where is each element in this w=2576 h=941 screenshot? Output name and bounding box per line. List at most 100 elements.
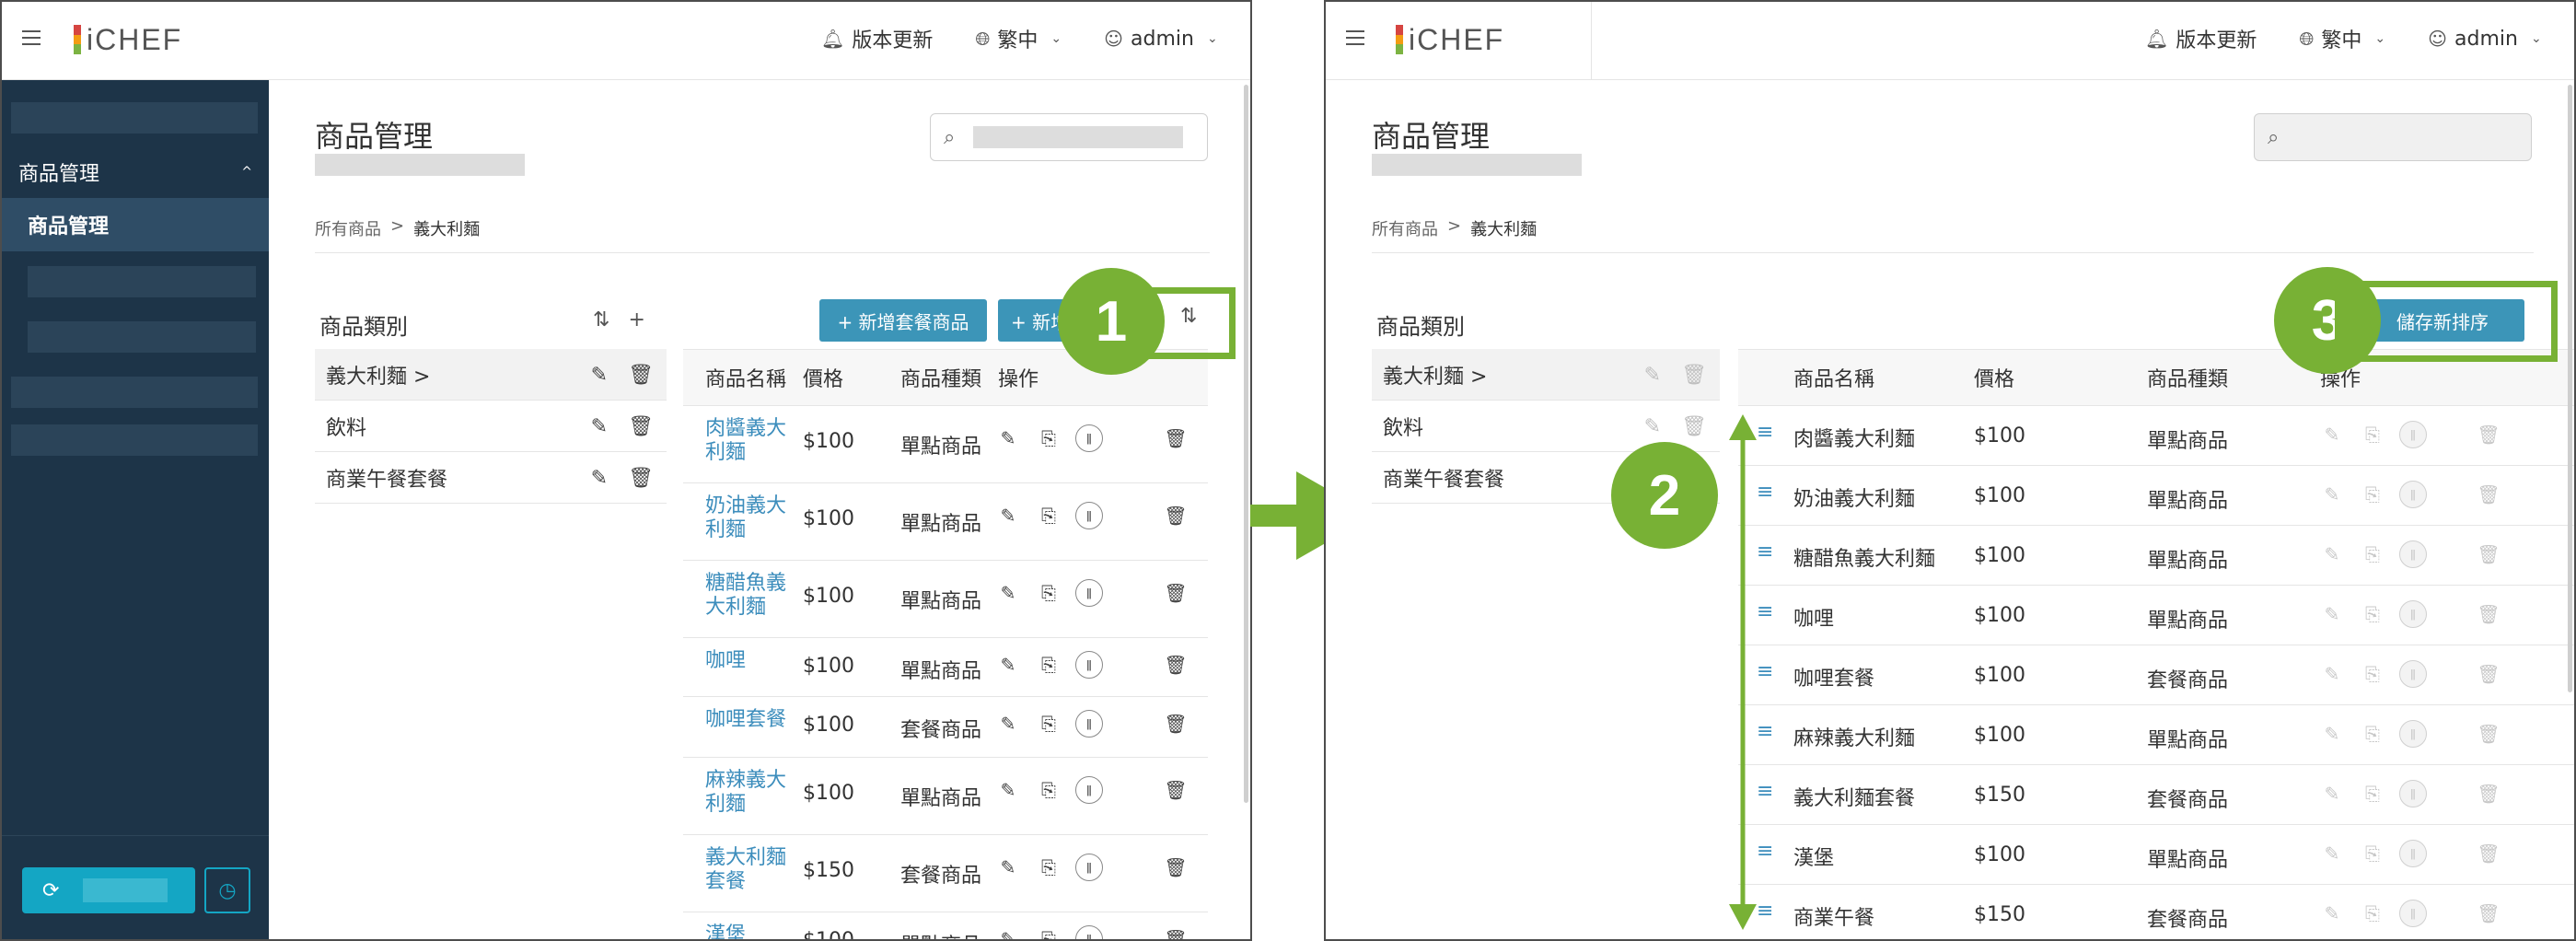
copy-icon[interactable]: ⎘ [1035, 710, 1062, 738]
copy-icon[interactable]: ⎘ [1035, 579, 1062, 607]
copy-icon[interactable]: ⎘ [1035, 651, 1062, 679]
table-row[interactable]: ≡ 漢堡 $100 單點商品 ✎ ⎘ ǁ 🗑︎ [1738, 825, 2574, 885]
user-menu[interactable]: ☺ admin ⌄ [1104, 28, 1218, 51]
edit-icon[interactable]: ✎ [591, 415, 608, 438]
copy-icon[interactable]: ⎘ [1035, 502, 1062, 529]
pause-icon[interactable]: ǁ [1075, 710, 1103, 738]
drag-handle-icon[interactable]: ≡ [1757, 840, 1773, 863]
drag-handle-icon[interactable]: ≡ [1757, 900, 1773, 923]
copy-icon[interactable]: ⎘ [1035, 854, 1062, 881]
edit-icon[interactable]: ✎ [994, 424, 1022, 452]
user-menu[interactable]: ☺ admin ⌄ [2428, 28, 2542, 51]
table-row[interactable]: ≡ 義大利麵套餐 $150 套餐商品 ✎ ⎘ ǁ 🗑︎ [1738, 765, 2574, 825]
hamburger-menu-icon[interactable] [22, 30, 41, 45]
trash-icon[interactable]: 🗑︎ [1162, 424, 1189, 452]
sort-icon[interactable]: ⇅ [593, 308, 609, 331]
drag-handle-icon[interactable]: ≡ [1757, 780, 1773, 803]
product-name-link[interactable]: 咖哩套餐 [705, 708, 794, 732]
product-name-link[interactable]: 義大利麵套餐 [705, 846, 794, 894]
edit-icon[interactable]: ✎ [994, 854, 1022, 881]
history-button[interactable]: ◷ [204, 867, 250, 913]
update-button[interactable]: 🔔︎ 版本更新 [821, 24, 933, 53]
add-set-product-button[interactable]: + 新增套餐商品 [819, 299, 987, 342]
pause-icon[interactable]: ǁ [1075, 776, 1103, 804]
copy-icon[interactable]: ⎘ [1035, 925, 1062, 939]
trash-icon[interactable]: 🗑︎ [628, 364, 654, 387]
trash-icon[interactable]: 🗑︎ [1162, 854, 1189, 881]
table-row[interactable]: 漢堡 $100 單點商品 ✎ ⎘ ǁ 🗑︎ [683, 912, 1208, 939]
search-input[interactable]: ⌕ [930, 113, 1208, 161]
pause-icon[interactable]: ǁ [1075, 502, 1103, 529]
edit-icon[interactable]: ✎ [591, 364, 608, 387]
pause-icon[interactable]: ǁ [1075, 579, 1103, 607]
breadcrumb-root[interactable]: 所有商品 [1372, 216, 1438, 240]
product-name-link[interactable]: 麻辣義大利麵 [705, 769, 794, 817]
trash-icon[interactable]: 🗑︎ [628, 415, 654, 438]
scrollbar[interactable] [2568, 85, 2572, 692]
drag-handle-icon[interactable]: ≡ [1757, 720, 1773, 743]
category-row[interactable]: 飲料 ✎ 🗑︎ [315, 401, 667, 452]
table-row[interactable]: 咖哩套餐 $100 套餐商品 ✎ ⎘ ǁ 🗑︎ [683, 697, 1208, 758]
edit-icon[interactable]: ✎ [994, 925, 1022, 939]
category-row[interactable]: 商業午餐套餐 ✎ 🗑︎ [315, 452, 667, 504]
drag-handle-icon[interactable]: ≡ [1757, 540, 1773, 563]
product-name-link[interactable]: 肉醬義大利麵 [705, 417, 794, 465]
category-row[interactable]: 義大利麵 > ✎ 🗑︎ [315, 349, 667, 401]
trash-icon[interactable]: 🗑︎ [1162, 925, 1189, 939]
table-row[interactable]: 義大利麵套餐 $150 套餐商品 ✎ ⎘ ǁ 🗑︎ [683, 835, 1208, 912]
edit-icon[interactable]: ✎ [994, 651, 1022, 679]
edit-icon[interactable]: ✎ [994, 776, 1022, 804]
trash-icon[interactable]: 🗑︎ [1162, 579, 1189, 607]
product-name-link[interactable]: 漢堡 [705, 924, 794, 939]
breadcrumb-root[interactable]: 所有商品 [315, 216, 381, 240]
pause-icon[interactable]: ǁ [1075, 424, 1103, 452]
product-name-link[interactable]: 咖哩 [705, 649, 794, 673]
table-row[interactable]: ≡ 肉醬義大利麵 $100 單點商品 ✎ ⎘ ǁ 🗑︎ [1738, 406, 2574, 466]
pause-icon[interactable]: ǁ [1075, 651, 1103, 679]
sidebar-placeholder[interactable] [11, 377, 258, 408]
edit-icon[interactable]: ✎ [994, 710, 1022, 738]
language-select[interactable]: 🌐︎ 繁中 ⌄ [2299, 24, 2385, 53]
sidebar-item-product-management[interactable]: 商品管理 [2, 198, 269, 251]
table-row[interactable]: 肉醬義大利麵 $100 單點商品 ✎ ⎘ ǁ 🗑︎ [683, 406, 1208, 483]
table-row[interactable]: 糖醋魚義大利麵 $100 單點商品 ✎ ⎘ ǁ 🗑︎ [683, 561, 1208, 638]
copy-icon[interactable]: ⎘ [1035, 776, 1062, 804]
edit-icon[interactable]: ✎ [994, 502, 1022, 529]
pause-icon[interactable]: ǁ [1075, 925, 1103, 939]
sidebar-placeholder[interactable] [28, 266, 256, 297]
table-row[interactable]: ≡ 咖哩套餐 $100 套餐商品 ✎ ⎘ ǁ 🗑︎ [1738, 645, 2574, 705]
drag-handle-icon[interactable]: ≡ [1757, 600, 1773, 623]
table-row[interactable]: ≡ 糖醋魚義大利麵 $100 單點商品 ✎ ⎘ ǁ 🗑︎ [1738, 526, 2574, 586]
table-row[interactable]: 咖哩 $100 單點商品 ✎ ⎘ ǁ 🗑︎ [683, 638, 1208, 697]
sidebar-placeholder[interactable] [11, 102, 258, 134]
table-row[interactable]: ≡ 咖哩 $100 單點商品 ✎ ⎘ ǁ 🗑︎ [1738, 586, 2574, 645]
update-button[interactable]: 🔔︎ 版本更新 [2145, 24, 2257, 53]
product-name-link[interactable]: 糖醋魚義大利麵 [705, 572, 794, 620]
edit-icon[interactable]: ✎ [591, 467, 608, 490]
table-row[interactable]: ≡ 奶油義大利麵 $100 單點商品 ✎ ⎘ ǁ 🗑︎ [1738, 466, 2574, 526]
drag-handle-icon[interactable]: ≡ [1757, 660, 1773, 683]
trash-icon[interactable]: 🗑︎ [628, 467, 654, 490]
scrollbar[interactable] [1244, 85, 1248, 803]
trash-icon[interactable]: 🗑︎ [1162, 710, 1189, 738]
sidebar-placeholder[interactable] [11, 424, 258, 456]
product-name-link[interactable]: 奶油義大利麵 [705, 494, 794, 542]
drag-handle-icon[interactable]: ≡ [1757, 481, 1773, 504]
copy-icon[interactable]: ⎘ [1035, 424, 1062, 452]
table-row[interactable]: 奶油義大利麵 $100 單點商品 ✎ ⎘ ǁ 🗑︎ [683, 483, 1208, 561]
pause-icon[interactable]: ǁ [1075, 854, 1103, 881]
table-row[interactable]: ≡ 商業午餐 $150 套餐商品 ✎ ⎘ ǁ 🗑︎ [1738, 885, 2574, 939]
sync-button[interactable]: ⟳ [22, 867, 195, 913]
trash-icon[interactable]: 🗑︎ [1162, 502, 1189, 529]
category-row[interactable]: 義大利麵 > ✎ 🗑︎ [1372, 349, 1720, 401]
drag-handle-icon[interactable]: ≡ [1757, 421, 1773, 444]
sidebar-placeholder[interactable] [28, 321, 256, 353]
search-input[interactable]: ⌕ [2254, 113, 2532, 161]
language-select[interactable]: 🌐︎ 繁中 ⌄ [975, 24, 1062, 53]
table-row[interactable]: ≡ 麻辣義大利麵 $100 單點商品 ✎ ⎘ ǁ 🗑︎ [1738, 705, 2574, 765]
trash-icon[interactable]: 🗑︎ [1162, 776, 1189, 804]
add-icon[interactable]: + [628, 308, 644, 331]
table-row[interactable]: 麻辣義大利麵 $100 單點商品 ✎ ⎘ ǁ 🗑︎ [683, 758, 1208, 835]
trash-icon[interactable]: 🗑︎ [1162, 651, 1189, 679]
edit-icon[interactable]: ✎ [994, 579, 1022, 607]
